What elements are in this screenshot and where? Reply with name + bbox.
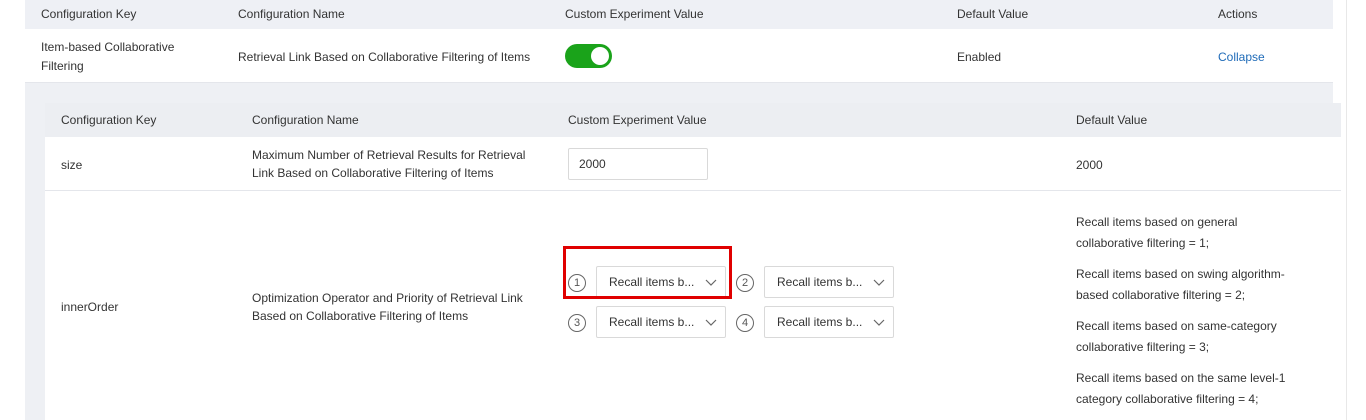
- header-configuration-key: Configuration Key: [41, 7, 137, 21]
- priority-number-4: 4: [736, 314, 754, 332]
- custom-value-toggle[interactable]: [565, 44, 612, 68]
- chevron-down-icon: [873, 319, 885, 326]
- size-key: size: [61, 158, 83, 172]
- inner-header-default-value: Default Value: [1076, 113, 1148, 127]
- chevron-down-icon: [705, 319, 717, 326]
- row-configuration-name: Retrieval Link Based on Collaborative Fi…: [238, 50, 531, 64]
- row-key-line2: Filtering: [41, 59, 84, 73]
- size-name-line2: Link Based on Collaborative Filtering of…: [252, 166, 494, 180]
- chevron-down-icon: [873, 279, 885, 286]
- priority-select-2[interactable]: Recall items b...: [764, 266, 894, 298]
- default-line-4: based collaborative filtering = 2;: [1076, 288, 1246, 302]
- priority-select-2-label: Recall items b...: [777, 275, 863, 289]
- scrollbar-track[interactable]: [1346, 0, 1366, 420]
- priority-select-4-label: Recall items b...: [777, 315, 863, 329]
- header-actions: Actions: [1218, 7, 1258, 21]
- size-value-input[interactable]: 2000: [568, 148, 708, 180]
- highlight-box: [563, 246, 732, 299]
- collapse-link[interactable]: Collapse: [1218, 48, 1265, 66]
- row-key-line1: Item-based Collaborative: [41, 40, 175, 54]
- default-line-7: Recall items based on the same level-1: [1076, 371, 1286, 385]
- default-line-2: collaborative filtering = 1;: [1076, 236, 1210, 250]
- priority-select-4[interactable]: Recall items b...: [764, 306, 894, 338]
- inner-header-configuration-name: Configuration Name: [252, 113, 359, 127]
- header-custom-experiment-value: Custom Experiment Value: [565, 7, 704, 21]
- outer-table-row: [25, 29, 1333, 83]
- header-configuration-name: Configuration Name: [238, 7, 345, 21]
- inner-header-configuration-key: Configuration Key: [61, 113, 157, 127]
- size-name-line1: Maximum Number of Retrieval Results for …: [252, 148, 526, 162]
- default-line-6: collaborative filtering = 3;: [1076, 340, 1210, 354]
- default-line-3: Recall items based on swing algorithm-: [1076, 267, 1285, 281]
- row-default-value: Enabled: [957, 50, 1002, 64]
- size-default-value: 2000: [1076, 158, 1103, 172]
- header-default-value: Default Value: [957, 7, 1029, 21]
- toggle-knob: [591, 47, 609, 65]
- priority-number-3: 3: [568, 314, 586, 332]
- inner-order-key: innerOrder: [61, 300, 119, 314]
- priority-select-3[interactable]: Recall items b...: [596, 306, 726, 338]
- priority-number-2: 2: [736, 274, 754, 292]
- inner-header-custom-experiment-value: Custom Experiment Value: [568, 113, 707, 127]
- default-line-1: Recall items based on general: [1076, 215, 1238, 229]
- inner-order-name-line2: Based on Collaborative Filtering of Item…: [252, 309, 469, 323]
- priority-select-3-label: Recall items b...: [609, 315, 695, 329]
- inner-order-name-line1: Optimization Operator and Priority of Re…: [252, 291, 523, 305]
- default-line-8: category collaborative filtering = 4;: [1076, 392, 1259, 406]
- default-line-5: Recall items based on same-category: [1076, 319, 1277, 333]
